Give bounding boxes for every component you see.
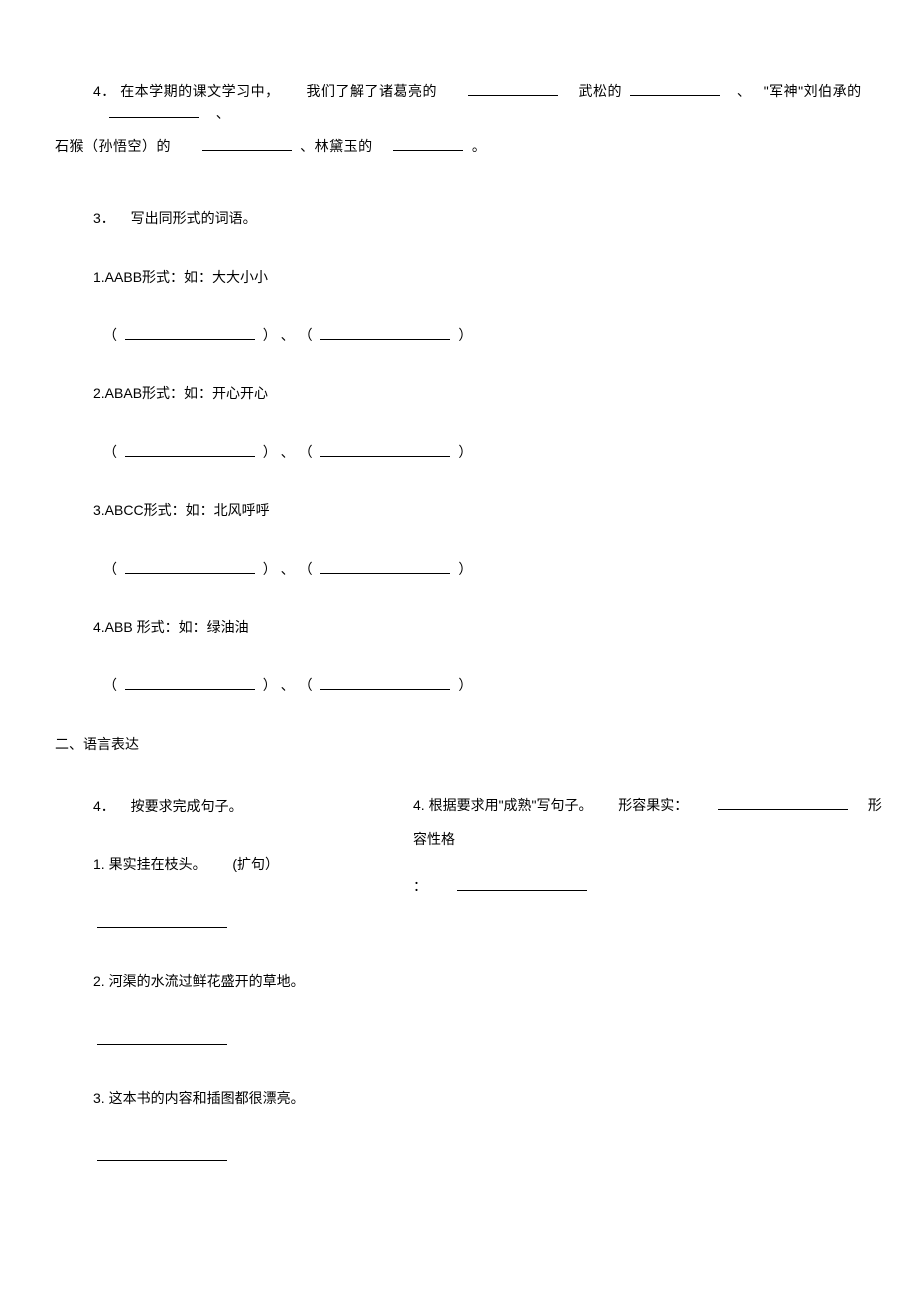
blank-wusong[interactable] — [630, 82, 720, 96]
q4-text5: "军神"刘伯承的 — [764, 83, 862, 99]
q3-item4-label: 4.ABB 形式：如：绿油油 — [55, 616, 865, 638]
q3-item2-label: 2.ABAB形式：如：开心开心 — [55, 382, 865, 404]
q4b-prefix: 4． — [93, 798, 115, 814]
q4b-s3: 3. 这本书的内容和插图都很漂亮。 — [55, 1087, 865, 1109]
blank-s3-answer[interactable] — [97, 1147, 227, 1161]
sep: 、 — [281, 677, 295, 693]
q3-item1-label: 1.AABB形式：如：大大小小 — [55, 266, 865, 288]
blank-chengshu-fruit[interactable] — [718, 796, 848, 810]
sep2: 、 — [216, 102, 231, 124]
sep1: 、 — [737, 80, 752, 102]
blank-abab-2[interactable] — [320, 443, 450, 457]
q4b-s4-line1: 4. 根据要求用"成熟"写句子。 形容果实： 形容性格 — [413, 789, 883, 856]
paren-open: （ — [103, 677, 117, 693]
blank-expand-sentence[interactable] — [97, 914, 227, 928]
paren-close: ） — [458, 677, 472, 693]
blank-sunwukong[interactable] — [202, 137, 292, 151]
paren-open: （ — [103, 561, 117, 577]
blank-lindaiyu[interactable] — [393, 137, 463, 151]
blank-abb-1[interactable] — [125, 676, 255, 690]
blank-abb-2[interactable] — [320, 676, 450, 690]
q4b-s1-blank-row — [55, 912, 865, 934]
paren-open: （ — [299, 677, 313, 693]
q4-text2: 我们了解了诸葛亮的 — [306, 83, 437, 99]
q4-text3: 武松的 — [579, 83, 623, 99]
q3-item3-label: 3.ABCC形式：如：北风呼呼 — [55, 499, 865, 521]
blank-abcc-2[interactable] — [320, 560, 450, 574]
q3-item3-blanks: （ ） 、 （ ） — [55, 558, 865, 580]
paren-close: ） — [263, 561, 277, 577]
q4b-s2-blank-row — [55, 1029, 865, 1051]
q4-line2-sep: 、林黛玉的 — [300, 138, 373, 154]
paren-close: ） — [263, 444, 277, 460]
sep: 、 — [281, 561, 295, 577]
paren-open: （ — [299, 327, 313, 343]
paren-open: （ — [299, 444, 313, 460]
q3-item2-blanks: （ ） 、 （ ） — [55, 441, 865, 463]
q4b-s1-note: (扩句） — [232, 856, 279, 872]
q4-prefix: 4． — [93, 83, 116, 99]
q4b-s4-prefix: 4. 根据要求用"成熟"写句子。 — [413, 797, 593, 813]
q4-intro-line1: 4． 在本学期的课文学习中， 我们了解了诸葛亮的 武松的 、 "军神"刘伯承的 … — [55, 80, 865, 125]
sep: 、 — [281, 444, 295, 460]
blank-chengshu-character[interactable] — [457, 877, 587, 891]
paren-open: （ — [299, 561, 313, 577]
blank-abcc-1[interactable] — [125, 560, 255, 574]
q4b-s4-line2: ： — [413, 870, 883, 904]
q3-item1-blanks: （ ） 、 （ ） — [55, 324, 865, 346]
q4-intro-line2: 石猴（孙悟空）的 、林黛玉的 。 — [55, 135, 865, 157]
blank-abab-1[interactable] — [125, 443, 255, 457]
paren-close: ） — [458, 327, 472, 343]
blank-aabb-2[interactable] — [320, 326, 450, 340]
blank-s2-answer[interactable] — [97, 1031, 227, 1045]
q3-prefix: 3． — [93, 210, 115, 226]
q4b-s2: 2. 河渠的水流过鲜花盛开的草地。 — [55, 970, 865, 992]
q4b-s4-colon: ： — [413, 878, 427, 894]
paren-close: ） — [263, 677, 277, 693]
q4b-title: 按要求完成句子。 — [131, 798, 243, 814]
paren-open: （ — [103, 444, 117, 460]
section2-heading: 二、语言表达 — [55, 733, 865, 755]
q3-heading: 3． 写出同形式的词语。 — [55, 207, 865, 229]
q4-line2-prefix: 石猴（孙悟空）的 — [55, 138, 171, 154]
blank-aabb-1[interactable] — [125, 326, 255, 340]
q4b-s3-blank-row — [55, 1145, 865, 1167]
paren-close: ） — [458, 561, 472, 577]
q4-text1: 在本学期的课文学习中， — [120, 83, 280, 99]
q4b-s4-block: 4. 根据要求用"成熟"写句子。 形容果实： 形容性格 ： — [413, 789, 883, 904]
q4-line2-end: 。 — [472, 138, 487, 154]
blank-zhugeliang[interactable] — [468, 82, 558, 96]
paren-close: ） — [263, 327, 277, 343]
q3-title: 写出同形式的词语。 — [131, 210, 257, 226]
q4b-s1-text: 1. 果实挂在枝头。 — [93, 856, 207, 872]
blank-liubocheng[interactable] — [109, 104, 199, 118]
q3-item4-blanks: （ ） 、 （ ） — [55, 674, 865, 696]
paren-close: ） — [458, 444, 472, 460]
sep: 、 — [281, 327, 295, 343]
q4b-s4-label1: 形容果实： — [618, 797, 688, 813]
paren-open: （ — [103, 327, 117, 343]
